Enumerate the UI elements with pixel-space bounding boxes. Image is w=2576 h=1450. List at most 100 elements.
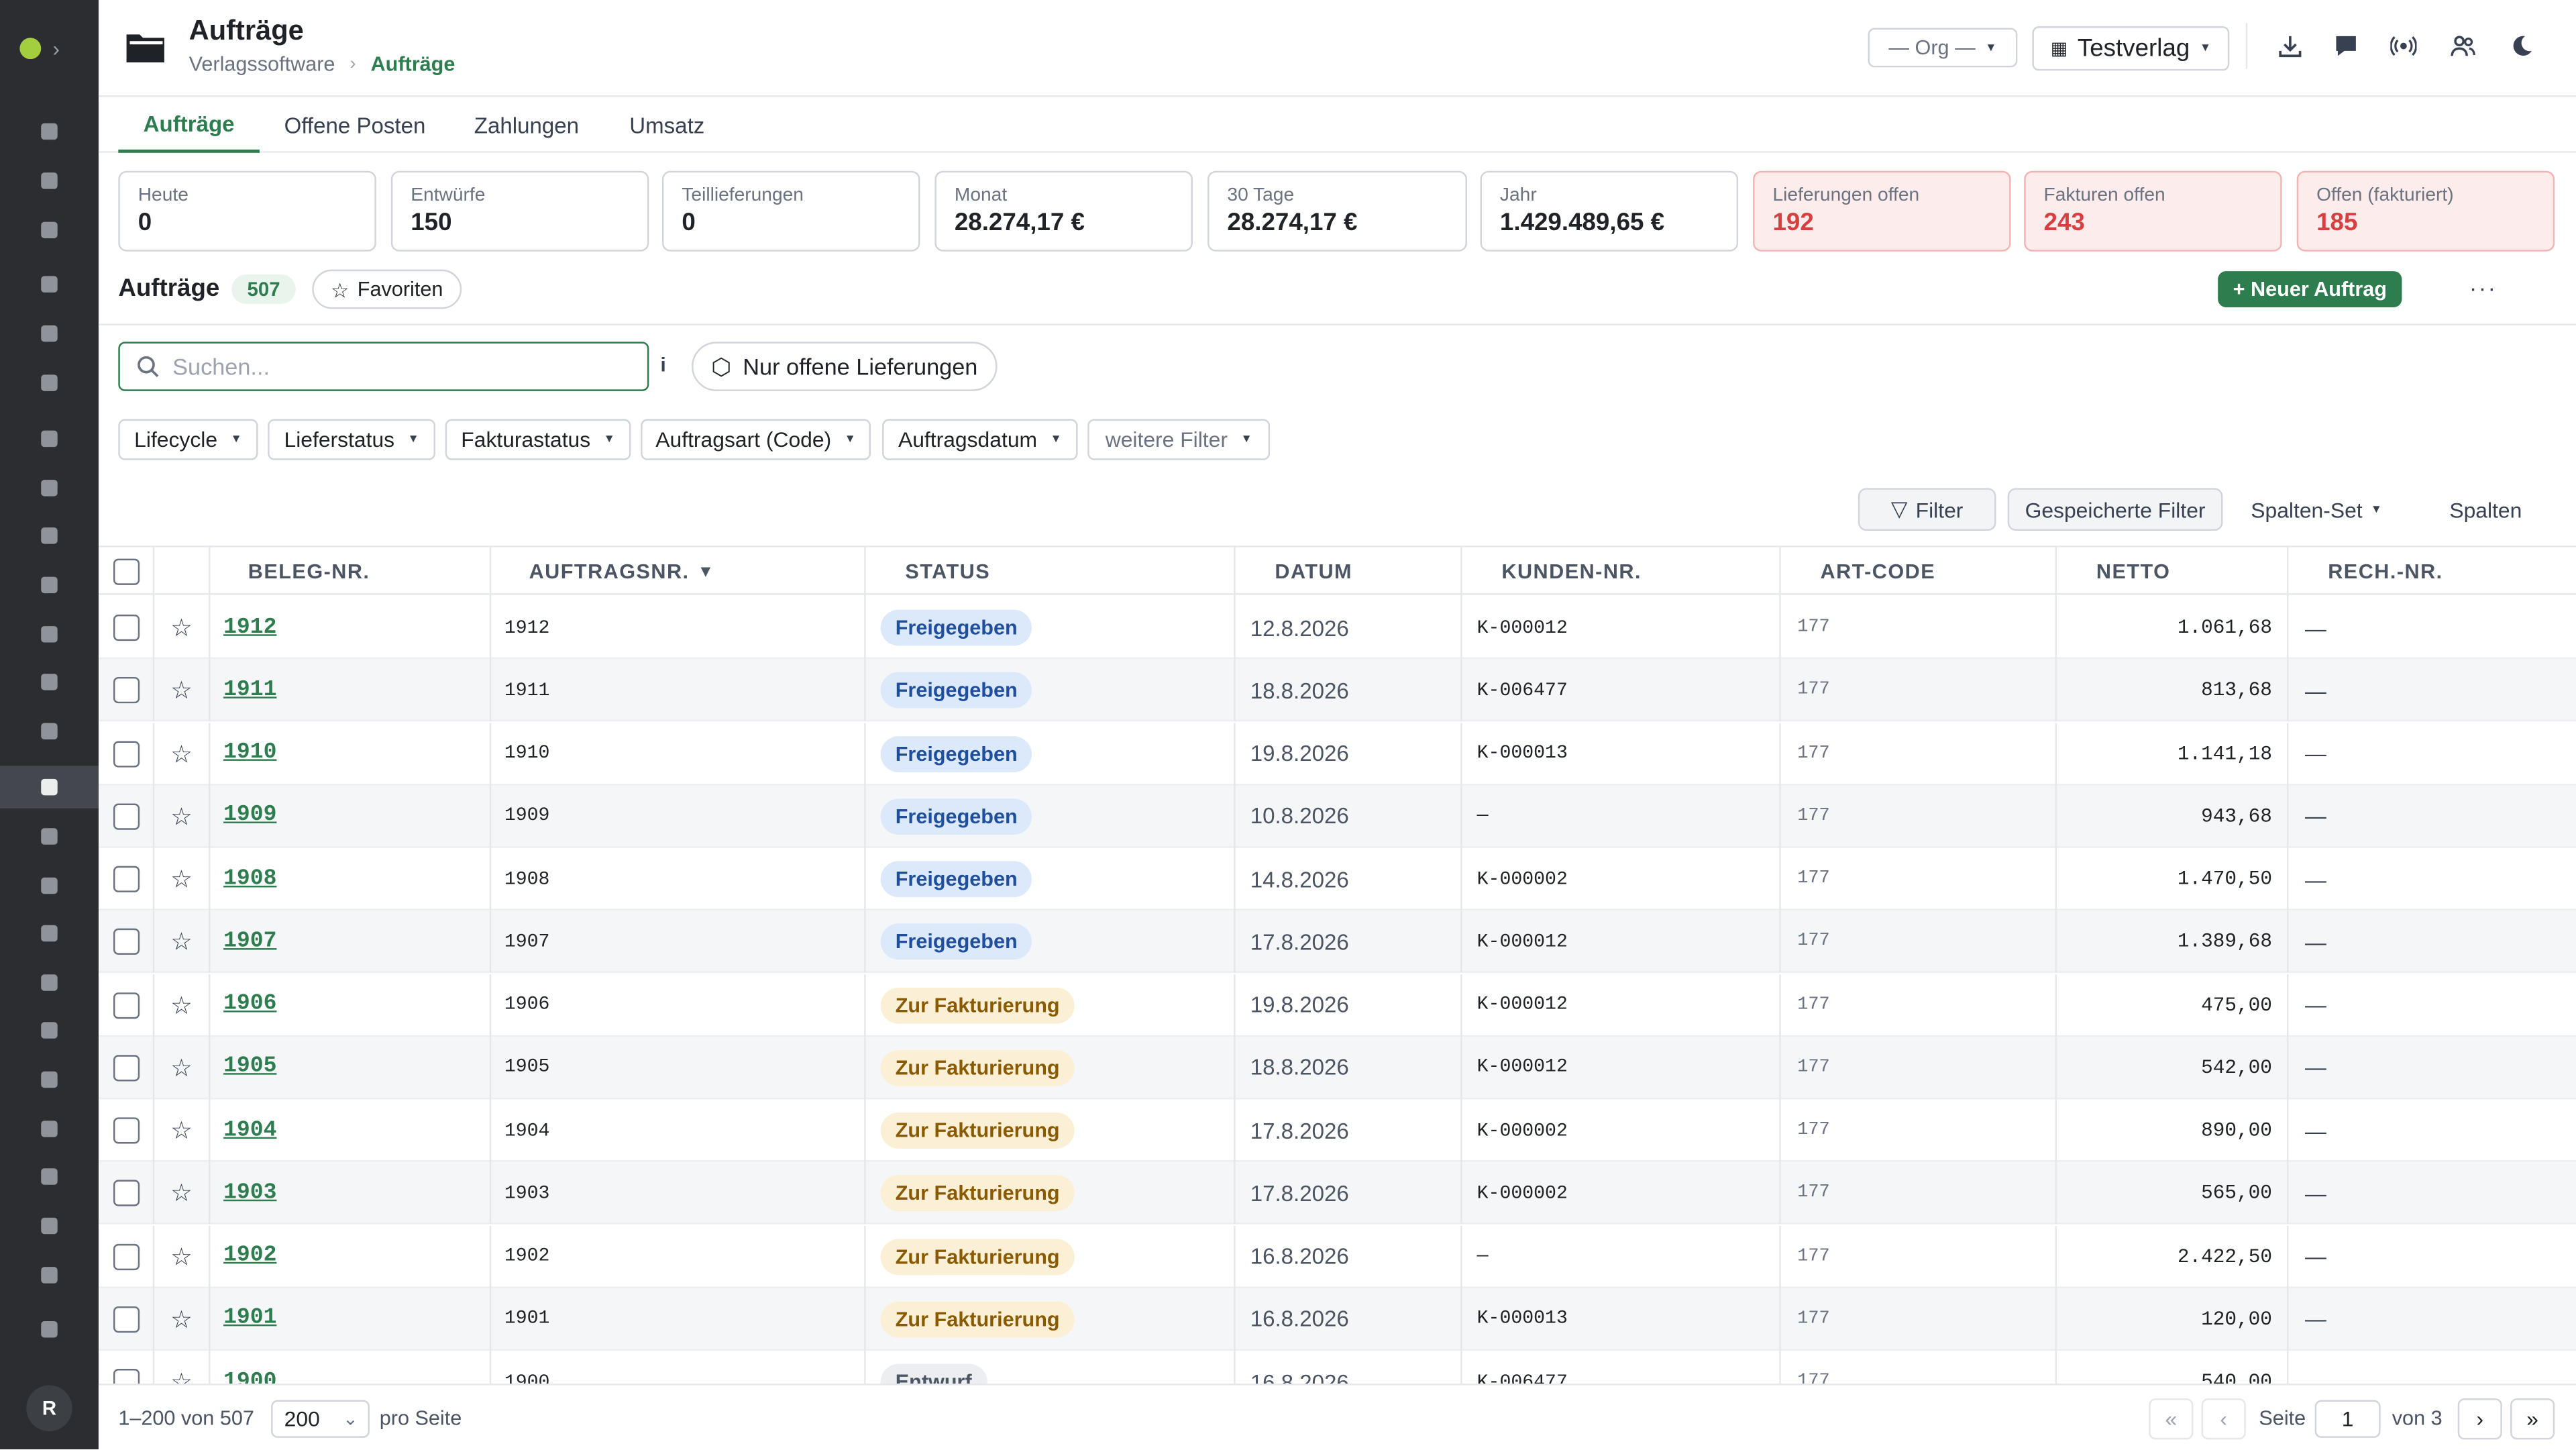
tab-auftraege[interactable]: Aufträge <box>118 99 260 153</box>
sidebar-item-5[interactable] <box>0 362 99 405</box>
row-checkbox[interactable] <box>112 677 139 704</box>
tab-offene-posten[interactable]: Offene Posten <box>268 99 442 153</box>
kpi-card[interactable]: Entwürfe 150 <box>390 170 649 252</box>
row-checkbox[interactable] <box>112 991 139 1019</box>
sidebar-item-3[interactable] <box>0 263 99 306</box>
beleg-link[interactable]: 1911 <box>223 678 276 703</box>
select-all-checkbox[interactable] <box>112 558 139 585</box>
filter-chip[interactable]: Auftragsart (Code) ▼ <box>641 419 871 460</box>
saved-filters-button[interactable]: Gespeicherte Filter <box>2007 488 2223 531</box>
beleg-link[interactable]: 1905 <box>223 1055 276 1080</box>
last-page-button[interactable]: » <box>2510 1398 2555 1440</box>
filter-chip[interactable]: Fakturastatus ▼ <box>445 419 631 460</box>
star-icon[interactable]: ☆ <box>154 974 211 1037</box>
star-icon[interactable]: ☆ <box>154 911 211 974</box>
star-icon[interactable]: ☆ <box>154 1162 211 1225</box>
star-icon[interactable]: ☆ <box>154 659 211 722</box>
table-row[interactable]: ☆ 1907 1907 Freigegeben 17.8.2026 K-000012 177… <box>98 911 2576 974</box>
kpi-card[interactable]: Monat 28.274,17 € <box>934 170 1193 252</box>
sidebar-item-7[interactable] <box>0 467 99 510</box>
kpi-card[interactable]: 30 Tage 28.274,17 € <box>1208 170 1467 252</box>
open-deliveries-toggle[interactable]: ⬡ Nur offene Lieferungen <box>692 342 998 391</box>
sidebar-item-13[interactable] <box>0 766 99 809</box>
new-order-button[interactable]: + Neuer Auftrag <box>2218 271 2402 307</box>
user-avatar[interactable]: R <box>26 1385 72 1432</box>
column-header-kunden[interactable]: KUNDEN-NR. <box>1462 547 1781 597</box>
sidebar-item-6[interactable] <box>0 417 99 460</box>
star-icon[interactable]: ☆ <box>154 1225 211 1288</box>
app-switcher[interactable]: › <box>16 32 82 64</box>
table-row[interactable]: ☆ 1904 1904 Zur Fakturierung 17.8.2026 K-0000… <box>98 1099 2576 1162</box>
sidebar-item-24[interactable] <box>0 1308 99 1351</box>
star-icon[interactable]: ☆ <box>154 596 211 660</box>
star-icon[interactable]: ☆ <box>154 1288 211 1351</box>
kpi-card[interactable]: Jahr 1.429.489,65 € <box>1480 170 1739 252</box>
column-header-netto[interactable]: NETTO <box>2057 547 2289 597</box>
column-header-auftragsnr[interactable]: AUFTRAGSNR. ▼ <box>491 547 866 597</box>
beleg-link[interactable]: 1904 <box>223 1119 276 1143</box>
beleg-link[interactable]: 1906 <box>223 992 276 1017</box>
beleg-link[interactable]: 1909 <box>223 804 276 829</box>
publisher-select[interactable]: ▦ Testverlag ▼ <box>2032 26 2230 71</box>
row-checkbox[interactable] <box>112 929 139 955</box>
row-checkbox[interactable] <box>112 802 139 830</box>
column-header-beleg[interactable]: BELEG-NR. <box>210 547 492 597</box>
beleg-link[interactable]: 1908 <box>223 867 276 892</box>
filter-chip[interactable]: Lifecycle ▼ <box>118 419 258 460</box>
filter-chip[interactable]: weitere Filter ▼ <box>1087 419 1271 460</box>
column-header-status[interactable]: STATUS <box>866 547 1236 597</box>
sidebar-item-0[interactable] <box>0 110 99 153</box>
beleg-link[interactable]: 1903 <box>223 1181 276 1206</box>
beleg-link[interactable]: 1907 <box>223 930 276 955</box>
beleg-link[interactable]: 1902 <box>223 1244 276 1269</box>
sidebar-item-16[interactable] <box>0 912 99 955</box>
star-icon[interactable]: ☆ <box>154 847 211 911</box>
column-set-select[interactable]: Spalten-Set ▼ <box>2238 488 2396 531</box>
favorites-button[interactable]: ☆ Favoriten <box>312 269 462 309</box>
column-header-art[interactable]: ART-CODE <box>1781 547 2057 597</box>
users-icon[interactable] <box>2448 32 2477 61</box>
sidebar-item-9[interactable] <box>0 564 99 607</box>
sidebar-item-14[interactable] <box>0 815 99 858</box>
sidebar-item-19[interactable] <box>0 1058 99 1101</box>
row-checkbox[interactable] <box>112 614 139 641</box>
sidebar-item-8[interactable] <box>0 515 99 558</box>
filter-button[interactable]: ▽ Filter <box>1858 488 1996 531</box>
sidebar-item-2[interactable] <box>0 209 99 252</box>
broadcast-icon[interactable] <box>2389 32 2418 61</box>
column-header-rech[interactable]: RECH.-NR. <box>2288 548 2576 597</box>
table-row[interactable]: ☆ 1905 1905 Zur Fakturierung 18.8.2026 K-0000… <box>98 1036 2576 1099</box>
sidebar-item-4[interactable] <box>0 312 99 355</box>
table-row[interactable]: ☆ 1902 1902 Zur Fakturierung 16.8.2026—177 2.… <box>98 1225 2576 1288</box>
star-icon[interactable]: ☆ <box>154 1099 211 1162</box>
row-checkbox[interactable] <box>112 1180 139 1207</box>
more-options-icon[interactable]: ··· <box>2469 274 2498 301</box>
star-icon[interactable]: ☆ <box>154 785 211 848</box>
star-icon[interactable]: ☆ <box>154 722 211 785</box>
sidebar-item-17[interactable] <box>0 962 99 1004</box>
sidebar-item-23[interactable] <box>0 1254 99 1297</box>
beleg-link[interactable]: 1910 <box>223 741 276 766</box>
filter-chip[interactable]: Auftragsdatum ▼ <box>882 419 1078 460</box>
columns-button[interactable]: Spalten <box>2432 488 2540 531</box>
org-select[interactable]: — Org — ▼ <box>1868 28 2018 68</box>
table-row[interactable]: ☆ 1912 1912 Freigegeben 12.8.2026 K-000012 177… <box>98 596 2576 660</box>
table-row[interactable]: ☆ 1900 1900 Entwurf 16.8.2026 K-006477 177 540,… <box>99 1351 2576 1384</box>
table-row[interactable]: ☆ 1910 1910 Freigegeben 19.8.2026 K-000013 177… <box>98 722 2576 785</box>
sidebar-item-12[interactable] <box>0 710 99 753</box>
filter-chip[interactable]: Lieferstatus ▼ <box>268 419 435 460</box>
star-icon[interactable]: ☆ <box>154 1036 211 1099</box>
table-row[interactable]: ☆ 1903 1903 Zur Fakturierung 17.8.2026 K-0000… <box>98 1162 2576 1225</box>
info-icon[interactable]: i <box>660 354 665 376</box>
kpi-card[interactable]: Lieferungen offen 192 <box>1753 170 2011 252</box>
row-checkbox[interactable] <box>112 740 139 767</box>
row-checkbox[interactable] <box>112 1369 139 1384</box>
per-page-select[interactable]: 200 ⌄ <box>271 1400 370 1438</box>
table-row[interactable]: ☆ 1906 1906 Zur Fakturierung 19.8.2026 K-0000… <box>98 974 2576 1037</box>
kpi-card[interactable]: Teillieferungen 0 <box>661 170 920 252</box>
moon-icon[interactable] <box>2507 32 2536 61</box>
row-checkbox[interactable] <box>112 1117 139 1144</box>
table-row[interactable]: ☆ 1901 1901 Zur Fakturierung 16.8.2026 K-0000… <box>98 1288 2576 1351</box>
row-checkbox[interactable] <box>112 1243 139 1270</box>
table-row[interactable]: ☆ 1909 1909 Freigegeben 10.8.2026—177 943,68— <box>98 785 2576 848</box>
